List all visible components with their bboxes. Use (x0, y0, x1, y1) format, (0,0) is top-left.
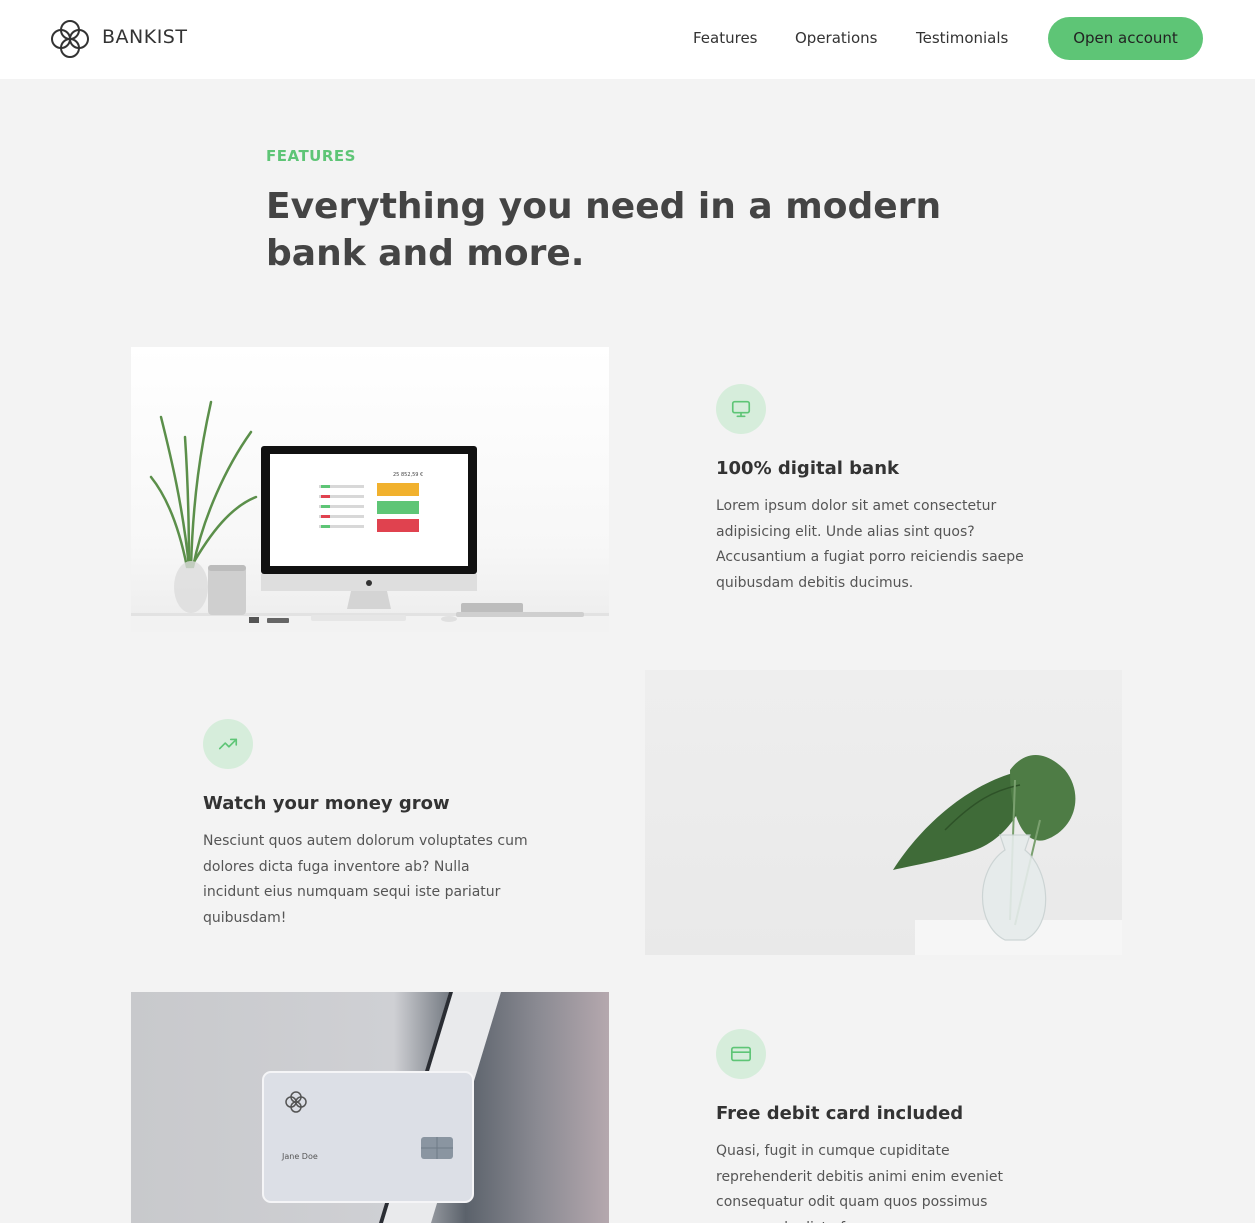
top-navigation: BANKIST Features Operations Testimonials… (0, 0, 1255, 79)
nav-link-operations[interactable]: Operations (795, 29, 877, 47)
monitor-icon (731, 400, 751, 418)
section-headline: Everything you need in a modern bank and… (266, 186, 942, 274)
card-holder-name: Jane Doe (281, 1152, 318, 1161)
section-eyebrow: FEATURES (266, 147, 356, 165)
feature-title: 100% digital bank (716, 458, 899, 479)
open-account-button[interactable]: Open account (1048, 17, 1203, 60)
nav-link-features[interactable]: Features (693, 29, 758, 47)
feature-description: Nesciunt quos autem dolorum voluptates c… (203, 833, 528, 927)
feature-title: Watch your money grow (203, 793, 450, 814)
monitor-balance-text: 25 852,59 € (393, 472, 423, 478)
feature-title: Free debit card included (716, 1103, 964, 1124)
debit-card-image: Jane Doe (131, 992, 609, 1223)
feature-description: Quasi, fugit in cumque cupiditate repreh… (716, 1143, 1004, 1223)
brand-name[interactable]: BANKIST (102, 26, 187, 48)
feature-icon-wrapper (203, 719, 253, 769)
bankist-logo-icon[interactable] (48, 17, 92, 61)
feature-description: Lorem ipsum dolor sit amet consectetur a… (716, 498, 1024, 592)
nav-link-testimonials[interactable]: Testimonials (916, 29, 1008, 47)
trending-up-icon (218, 738, 238, 750)
feature-icon-wrapper (716, 384, 766, 434)
credit-card-icon (731, 1046, 751, 1062)
feature-icon-wrapper (716, 1029, 766, 1079)
digital-bank-image: 25 852,59 € (131, 347, 609, 632)
money-grow-image (645, 670, 1122, 955)
